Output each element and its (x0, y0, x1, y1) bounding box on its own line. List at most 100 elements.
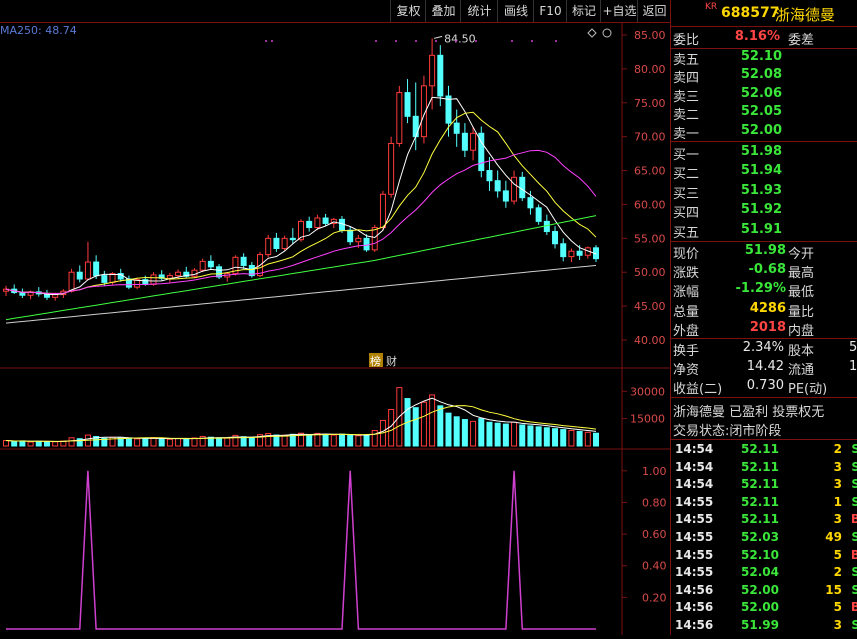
volume-bar[interactable] (470, 420, 477, 447)
volume-bar[interactable] (191, 437, 198, 447)
candle-body[interactable] (470, 132, 477, 151)
volume-bar[interactable] (142, 438, 149, 447)
candle-body[interactable] (289, 237, 296, 241)
volume-bar[interactable] (363, 434, 370, 447)
tick-row[interactable]: 14:55 52.04 2 S (671, 564, 857, 582)
volume-bar[interactable] (576, 430, 583, 447)
toolbar-button-3[interactable]: 画线 (497, 0, 534, 22)
tick-row[interactable]: 14:55 52.03 49 S (671, 529, 857, 547)
volume-bar[interactable] (134, 438, 141, 447)
volume-bar[interactable] (117, 437, 124, 447)
candle-body[interactable] (379, 193, 386, 228)
volume-bar[interactable] (125, 438, 132, 447)
volume-bar[interactable] (3, 440, 9, 447)
volume-bar[interactable] (560, 429, 567, 447)
bid-row[interactable]: 买五 51.91 (671, 222, 857, 241)
toolbar-button-2[interactable]: 统计 (460, 0, 498, 22)
volume-bar[interactable] (224, 437, 231, 447)
tick-row[interactable]: 14:55 52.10 5 B (671, 547, 857, 565)
candle-body[interactable] (552, 231, 559, 245)
candle-body[interactable] (396, 92, 403, 144)
tick-row[interactable]: 14:55 52.11 3 B (671, 511, 857, 529)
candle-body[interactable] (150, 274, 157, 285)
candle-body[interactable] (314, 217, 321, 228)
volume-bar[interactable] (355, 435, 362, 447)
toolbar-button-6[interactable]: +自选 (600, 0, 638, 22)
volume-bar[interactable] (11, 440, 18, 447)
diamond-icon[interactable] (587, 28, 597, 38)
candle-body[interactable] (355, 237, 362, 243)
toolbar-button-1[interactable]: 叠加 (425, 0, 461, 22)
volume-bar[interactable] (35, 440, 42, 447)
volume-bar[interactable] (486, 421, 493, 447)
candle-body[interactable] (437, 54, 444, 97)
chart-canvas[interactable]: 85.00 80.00 75.00 70.00 65.00 60.00 55.00 50.00… (0, 23, 670, 635)
candle-body[interactable] (281, 237, 288, 249)
candle-body[interactable] (519, 176, 526, 199)
kline-chart[interactable]: 85.00 80.00 75.00 70.00 65.00 60.00 55.00 50.00… (0, 23, 670, 635)
volume-bar[interactable] (568, 429, 575, 447)
bid-row[interactable]: 买二 51.94 (671, 163, 857, 182)
volume-bar[interactable] (445, 412, 452, 447)
tick-row[interactable]: 14:54 52.11 3 S (671, 476, 857, 494)
volume-bar[interactable] (543, 427, 550, 447)
volume-bar[interactable] (52, 441, 59, 447)
toolbar-button-0[interactable]: 复权 (390, 0, 426, 22)
candle-body[interactable] (445, 95, 452, 124)
volume-bar[interactable] (330, 434, 337, 447)
candle-body[interactable] (494, 180, 501, 192)
candle-body[interactable] (68, 271, 75, 292)
volume-bar[interactable] (511, 421, 518, 447)
volume-bar[interactable] (535, 426, 542, 447)
candle-body[interactable] (240, 256, 247, 266)
tick-row[interactable]: 14:56 51.99 3 S (671, 617, 857, 635)
tick-row[interactable]: 14:55 52.11 1 S (671, 494, 857, 512)
volume-bar[interactable] (338, 433, 345, 447)
volume-bar[interactable] (519, 424, 526, 447)
volume-bar[interactable] (412, 407, 419, 447)
candle-body[interactable] (388, 142, 395, 195)
volume-bar[interactable] (593, 432, 599, 447)
candle-body[interactable] (543, 220, 550, 233)
cai-tag-text[interactable]: 财 (386, 354, 397, 368)
tick-row[interactable]: 14:54 52.11 2 S (671, 441, 857, 459)
candle-body[interactable] (371, 226, 378, 251)
volume-bar[interactable] (584, 431, 591, 447)
volume-bar[interactable] (43, 441, 50, 447)
tick-row[interactable]: 14:56 52.00 15 S (671, 582, 857, 600)
candle-body[interactable] (486, 170, 493, 182)
volume-bar[interactable] (552, 428, 559, 447)
candle-body[interactable] (322, 217, 329, 224)
volume-bar[interactable] (437, 405, 444, 447)
volume-bar[interactable] (306, 434, 313, 447)
circle-icon[interactable] (602, 28, 612, 38)
volume-bar[interactable] (371, 429, 378, 447)
ask-row[interactable]: 卖一 52.00 (671, 123, 857, 142)
candle-body[interactable] (363, 237, 370, 251)
candle-body[interactable] (535, 207, 542, 222)
candle-body[interactable] (502, 190, 509, 202)
tick-row[interactable]: 14:56 52.00 5 B (671, 599, 857, 617)
volume-bar[interactable] (248, 436, 255, 447)
volume-bar[interactable] (158, 437, 165, 447)
candle-body[interactable] (560, 243, 567, 258)
candle-body[interactable] (461, 132, 468, 151)
candle-body[interactable] (191, 269, 198, 277)
volume-bar[interactable] (478, 418, 485, 447)
bid-row[interactable]: 买三 51.93 (671, 183, 857, 202)
volume-bar[interactable] (322, 434, 329, 447)
candle-body[interactable] (306, 220, 313, 228)
tick-row[interactable]: 14:54 52.11 3 S (671, 459, 857, 477)
volume-bar[interactable] (175, 438, 182, 447)
toolbar-button-4[interactable]: F10 (533, 0, 567, 22)
ask-row[interactable]: 卖二 52.05 (671, 104, 857, 123)
volume-bar[interactable] (453, 416, 460, 447)
volume-bar[interactable] (429, 394, 436, 447)
candle-body[interactable] (76, 271, 83, 280)
volume-bar[interactable] (27, 441, 34, 447)
candle-body[interactable] (101, 275, 108, 283)
candle-body[interactable] (527, 197, 534, 209)
ask-row[interactable]: 卖四 52.08 (671, 67, 857, 86)
bid-row[interactable]: 买一 51.98 (671, 144, 857, 163)
candle-body[interactable] (453, 122, 460, 134)
